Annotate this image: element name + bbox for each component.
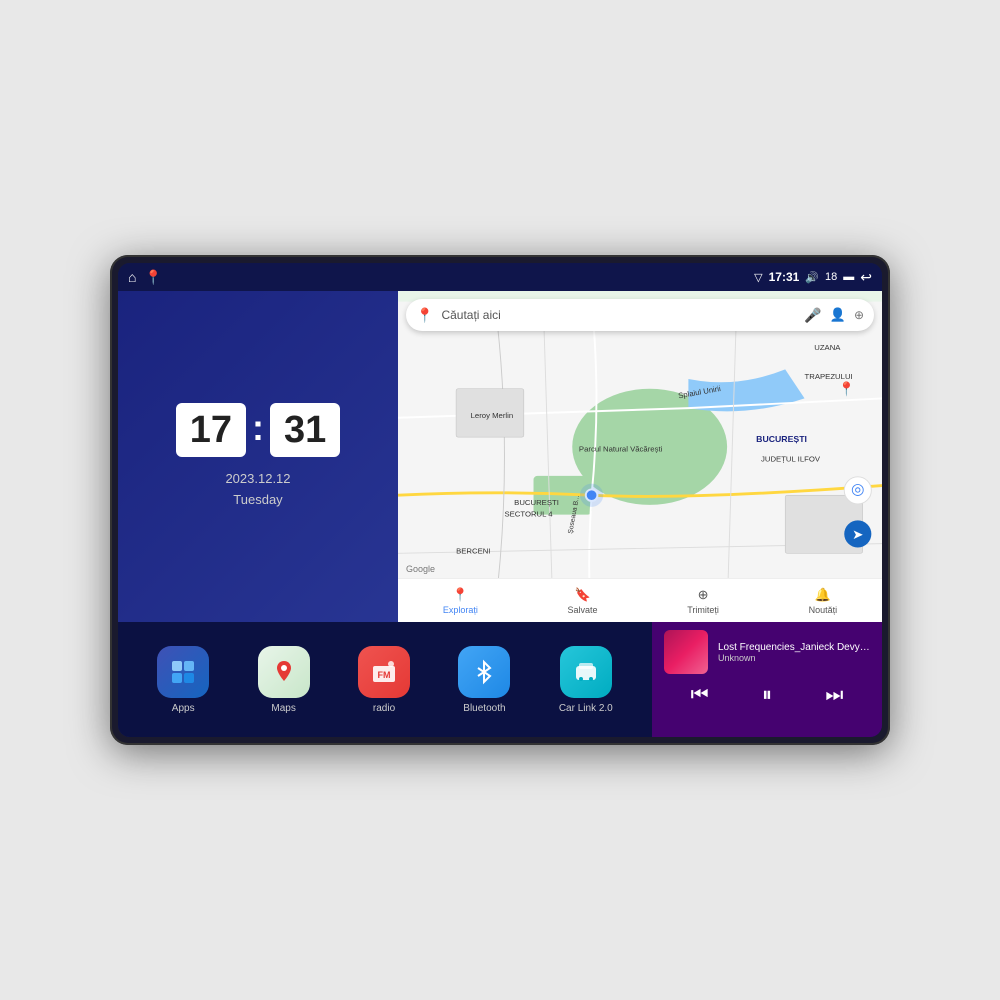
svg-text:SECTORUL 4: SECTORUL 4 xyxy=(504,510,553,519)
main-content: 17 : 31 2023.12.12 Tuesday xyxy=(118,291,882,737)
map-nav-explore[interactable]: 📍 Explorați xyxy=(443,587,478,615)
account-icon[interactable]: 👤 xyxy=(830,307,846,323)
volume-level: 18 xyxy=(825,271,837,283)
map-search-bar[interactable]: 📍 Căutați aici 🎤 👤 ⊕ xyxy=(406,299,874,331)
carlink-icon xyxy=(560,646,612,698)
map-nav-saved[interactable]: 🔖 Salvate xyxy=(568,587,598,615)
svg-text:FM: FM xyxy=(378,670,391,680)
screen: ⌂ 📍 ▽ 17:31 🔊 18 ▬ ↩ 17 : xyxy=(118,263,882,737)
svg-text:📍: 📍 xyxy=(838,381,855,397)
music-info-row: Lost Frequencies_Janieck Devy-... Unknow… xyxy=(664,630,870,674)
clock-date: 2023.12.12 Tuesday xyxy=(225,469,290,511)
apps-section: Apps Maps xyxy=(118,622,652,737)
status-right-info: ▽ 17:31 🔊 18 ▬ ↩ xyxy=(754,269,872,286)
map-bottom-bar: 📍 Explorați 🔖 Salvate ⊕ Trimiteți 🔔 xyxy=(398,578,882,622)
map-search-actions: 🎤 👤 ⊕ xyxy=(804,307,864,324)
app-item-bluetooth[interactable]: Bluetooth xyxy=(458,646,510,714)
app-item-maps[interactable]: Maps xyxy=(258,646,310,714)
app-item-carlink[interactable]: Car Link 2.0 xyxy=(559,646,613,714)
svg-text:Leroy Merlin: Leroy Merlin xyxy=(471,411,514,420)
explore-icon: 📍 xyxy=(452,587,468,603)
svg-text:BUCUREȘTI: BUCUREȘTI xyxy=(756,434,807,444)
music-title: Lost Frequencies_Janieck Devy-... xyxy=(718,642,870,653)
maps-pin-icon[interactable]: 📍 xyxy=(144,269,161,286)
map-search-text: Căutați aici xyxy=(441,308,796,322)
music-thumbnail xyxy=(664,630,708,674)
maps-logo-icon: 📍 xyxy=(416,307,433,324)
map-panel[interactable]: Parcul Natural Văcărești Leroy Merlin BU… xyxy=(398,291,882,622)
news-label: Noutăți xyxy=(809,605,838,615)
car-head-unit: ⌂ 📍 ▽ 17:31 🔊 18 ▬ ↩ 17 : xyxy=(110,255,890,745)
music-player: Lost Frequencies_Janieck Devy-... Unknow… xyxy=(652,622,882,737)
next-button[interactable]: ⏭ xyxy=(825,684,843,707)
clock-minutes: 31 xyxy=(270,403,340,457)
svg-text:BUCUREȘTI: BUCUREȘTI xyxy=(514,498,559,507)
maps-icon xyxy=(258,646,310,698)
music-controls: ⏮ ⏸ ⏭ xyxy=(664,680,870,711)
share-icon: ⊕ xyxy=(698,587,709,603)
bluetooth-icon xyxy=(458,646,510,698)
volume-icon: 🔊 xyxy=(805,271,819,284)
time-display: 17:31 xyxy=(769,270,800,284)
status-bar: ⌂ 📍 ▽ 17:31 🔊 18 ▬ ↩ xyxy=(118,263,882,291)
radio-icon: FM xyxy=(358,646,410,698)
play-pause-button[interactable]: ⏸ xyxy=(762,684,772,707)
saved-label: Salvate xyxy=(568,605,598,615)
svg-text:BERCENI: BERCENI xyxy=(456,546,490,555)
explore-label: Explorați xyxy=(443,605,478,615)
radio-label: radio xyxy=(373,703,395,714)
bluetooth-label: Bluetooth xyxy=(463,703,505,714)
signal-icon: ▽ xyxy=(754,271,762,284)
map-nav-share[interactable]: ⊕ Trimiteți xyxy=(687,587,719,615)
svg-text:➤: ➤ xyxy=(852,527,864,542)
bottom-section: Apps Maps xyxy=(118,622,882,737)
carlink-label: Car Link 2.0 xyxy=(559,703,613,714)
clock-colon: : xyxy=(252,407,264,449)
svg-text:Parcul Natural Văcărești: Parcul Natural Văcărești xyxy=(579,445,663,454)
apps-icon xyxy=(157,646,209,698)
map-svg: Parcul Natural Văcărești Leroy Merlin BU… xyxy=(398,291,882,622)
app-item-radio[interactable]: FM radio xyxy=(358,646,410,714)
map-nav-news[interactable]: 🔔 Noutăți xyxy=(809,587,838,615)
svg-text:TRAPEZULUI: TRAPEZULUI xyxy=(805,372,853,381)
top-section: 17 : 31 2023.12.12 Tuesday xyxy=(118,291,882,622)
status-left-icons: ⌂ 📍 xyxy=(128,269,162,286)
maps-label: Maps xyxy=(271,703,295,714)
music-text: Lost Frequencies_Janieck Devy-... Unknow… xyxy=(718,642,870,663)
apps-label: Apps xyxy=(172,703,195,714)
svg-text:JUDEȚUL ILFOV: JUDEȚUL ILFOV xyxy=(761,454,821,463)
svg-text:UZANA: UZANA xyxy=(814,343,841,352)
clock-display: 17 : 31 xyxy=(176,403,341,457)
mic-icon[interactable]: 🎤 xyxy=(804,307,821,324)
saved-icon: 🔖 xyxy=(574,587,590,603)
app-item-apps[interactable]: Apps xyxy=(157,646,209,714)
back-icon[interactable]: ↩ xyxy=(860,269,872,286)
home-icon[interactable]: ⌂ xyxy=(128,269,136,285)
share-label: Trimiteți xyxy=(687,605,719,615)
clock-hours: 17 xyxy=(176,403,246,457)
news-icon: 🔔 xyxy=(815,587,831,603)
google-logo: Google xyxy=(406,564,435,574)
clock-panel: 17 : 31 2023.12.12 Tuesday xyxy=(118,291,398,622)
battery-icon: ▬ xyxy=(843,271,854,283)
more-icon[interactable]: ⊕ xyxy=(854,308,864,322)
svg-text:◎: ◎ xyxy=(851,481,865,498)
music-artist: Unknown xyxy=(718,653,870,663)
prev-button[interactable]: ⏮ xyxy=(691,684,709,707)
